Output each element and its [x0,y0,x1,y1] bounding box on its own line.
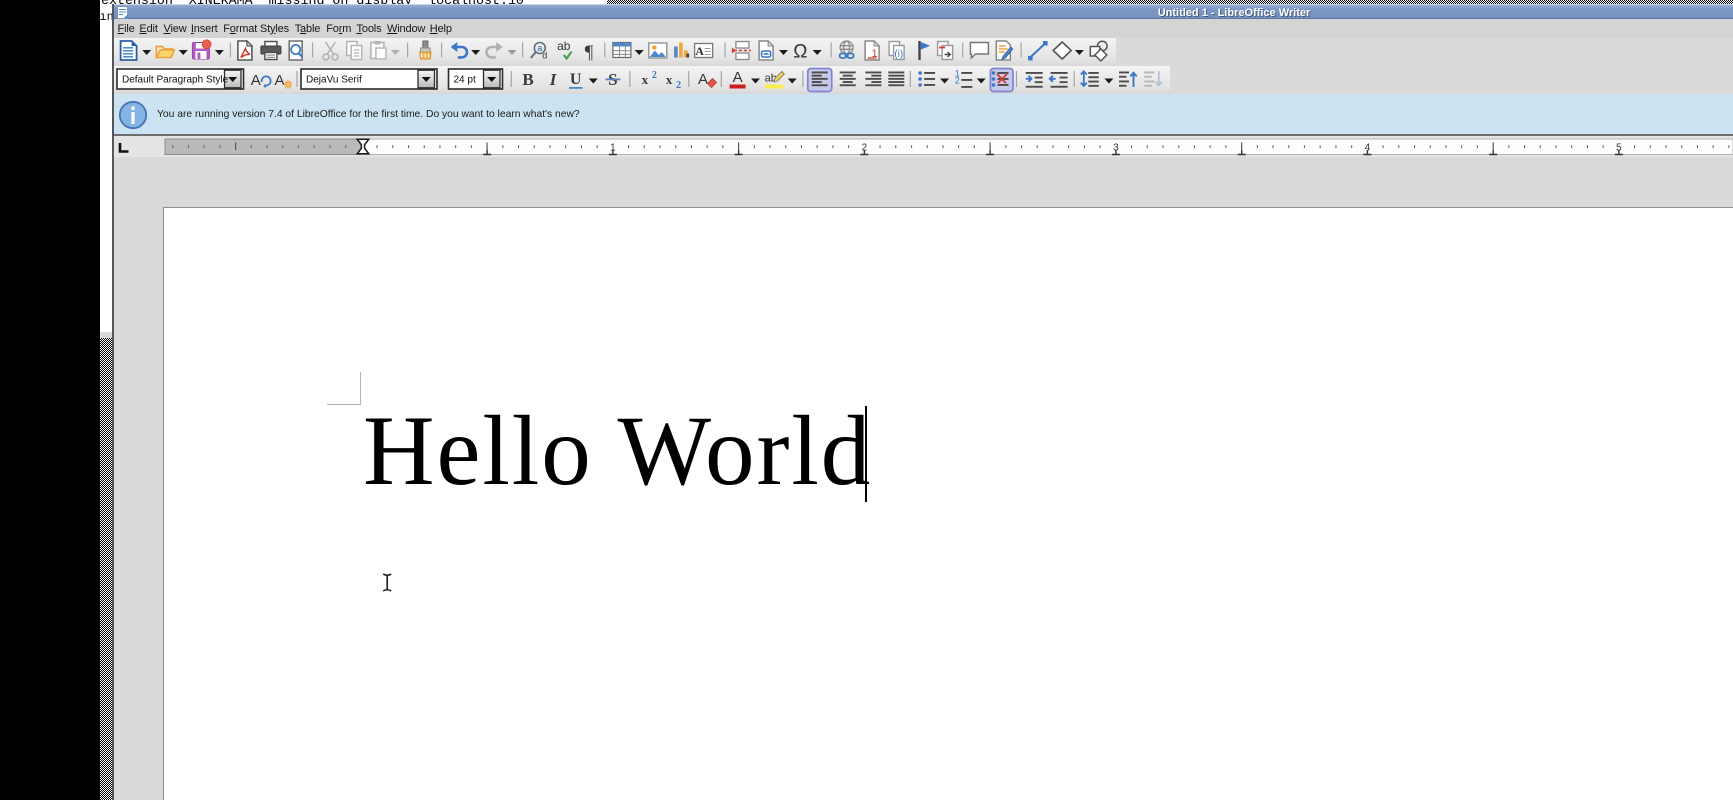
svg-text:B: B [522,70,533,89]
svg-text:A: A [698,71,708,88]
svg-text:A: A [274,72,284,89]
svg-text:DejaVu Serif: DejaVu Serif [306,75,362,86]
svg-text:Default Paragraph Style: Default Paragraph Style [122,75,229,86]
svg-text:x: x [666,72,673,87]
svg-text:A: A [695,44,704,58]
svg-text:U: U [570,71,582,88]
svg-text:A: A [733,69,743,86]
svg-text:A: A [251,72,261,89]
svg-text:I: I [549,70,558,89]
svg-text:x: x [642,72,649,87]
svg-text:Ω: Ω [793,42,807,63]
svg-text:(i): (i) [894,49,903,60]
svg-text:¶: ¶ [585,42,594,63]
svg-text:2: 2 [676,80,681,91]
svg-text:2: 2 [955,76,960,86]
svg-text:ab: ab [557,39,571,53]
svg-text:24 pt: 24 pt [454,75,476,86]
svg-text:d: d [542,51,547,61]
svg-text:2: 2 [652,70,657,81]
